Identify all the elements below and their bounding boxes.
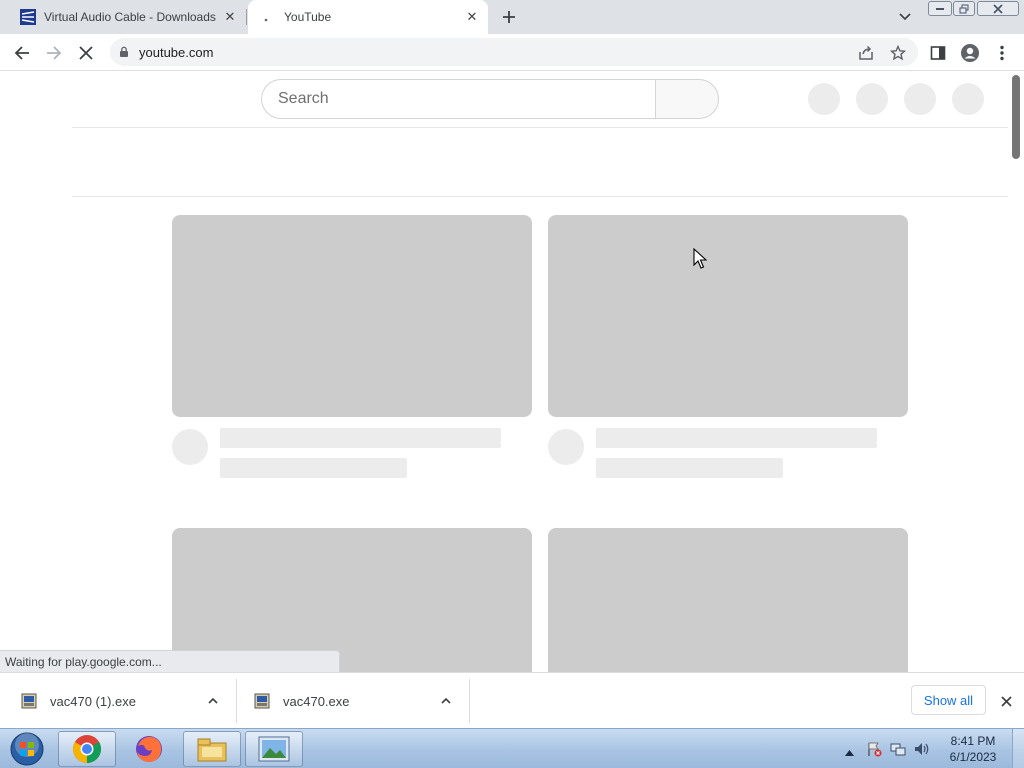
share-icon[interactable] [853,40,879,66]
chips-divider [72,196,1008,197]
download-filename: vac470.exe [283,693,350,709]
header-divider [72,127,1008,128]
page-scrollbar-thumb[interactable] [1012,75,1020,159]
show-desktop-button[interactable] [1012,729,1024,768]
network-icon[interactable] [890,741,906,757]
bookmark-star-icon[interactable] [885,40,911,66]
volume-icon[interactable] [914,741,930,757]
download-item[interactable]: vac470.exe [254,673,350,729]
skeleton-meta-line [596,458,783,478]
status-bubble: Waiting for play.google.com... [0,650,340,672]
skeleton-video-thumbnail [172,215,532,417]
search-button[interactable] [655,79,719,119]
tab-title: YouTube [284,10,332,24]
tab-strip: Virtual Audio Cable - Downloads ✕ YouTub… [0,0,1024,34]
start-button[interactable] [7,731,47,767]
clock-date: 6/1/2023 [949,750,997,764]
tab-close-icon[interactable]: ✕ [462,7,482,27]
download-filename: vac470 (1).exe [50,693,136,709]
skeleton-meta-line [220,458,407,478]
side-panel-icon[interactable] [925,40,951,66]
restore-button[interactable] [953,0,975,17]
tab-close-icon[interactable]: ✕ [220,7,240,27]
skeleton-channel-avatar [548,429,584,465]
show-hidden-icons-button[interactable] [845,743,854,761]
new-tab-button[interactable] [497,5,521,29]
stop-loading-button[interactable] [73,40,99,66]
download-divider [236,679,237,723]
back-button[interactable] [9,40,35,66]
vac-logo-icon [20,9,36,25]
windows-taskbar: 8:41 PM 6/1/2023 [0,728,1024,768]
profile-avatar-icon[interactable] [957,40,983,66]
mouse-cursor-icon [693,247,708,275]
minimize-button[interactable] [928,0,952,17]
tab-search-button[interactable] [893,6,917,28]
tab-divider [246,9,247,25]
download-shelf: vac470 (1).exe vac470.exe Show all [0,672,1024,728]
exe-file-icon [21,693,37,709]
browser-toolbar: youtube.com [0,34,1024,71]
skeleton-title-line [596,428,877,448]
tab-virtual-audio-cable[interactable]: Virtual Audio Cable - Downloads ✕ [8,0,246,34]
system-clock[interactable]: 8:41 PM 6/1/2023 [940,733,1006,765]
exe-file-icon [254,693,270,709]
url-text: youtube.com [139,44,214,60]
menu-kebab-icon[interactable] [989,40,1015,66]
skeleton-header-button [952,83,984,115]
tab-title: Virtual Audio Cable - Downloads [44,10,216,24]
skeleton-header-button [856,83,888,115]
taskbar-firefox-icon[interactable] [120,731,178,767]
search-input[interactable]: Search [261,79,656,119]
lock-icon [119,46,129,58]
chevron-up-icon[interactable] [205,693,221,709]
close-shelf-icon[interactable] [998,693,1014,709]
skeleton-header-button [904,83,936,115]
skeleton-channel-avatar [172,429,208,465]
chevron-up-icon[interactable] [438,693,454,709]
skeleton-video-thumbnail [548,528,908,672]
clock-time: 8:41 PM [950,734,996,748]
youtube-page: Search Waiting for play.google.com... [0,71,1024,672]
tab-youtube[interactable]: YouTube ✕ [248,0,488,34]
address-bar[interactable]: youtube.com [110,38,918,66]
skeleton-header-button [808,83,840,115]
taskbar-file-explorer-icon[interactable] [183,731,241,767]
download-item[interactable]: vac470 (1).exe [21,673,136,729]
taskbar-chrome-icon[interactable] [58,731,116,767]
download-divider [469,679,470,723]
skeleton-video-thumbnail [548,215,908,417]
skeleton-title-line [220,428,501,448]
search-placeholder: Search [278,90,329,107]
loading-dot-icon [260,9,276,25]
show-all-button[interactable]: Show all [911,685,986,715]
status-text: Waiting for play.google.com... [5,654,162,669]
action-center-flag-icon[interactable] [866,741,882,757]
forward-button[interactable] [41,40,67,66]
taskbar-image-viewer-icon[interactable] [245,731,303,767]
close-window-button[interactable] [977,0,1019,17]
